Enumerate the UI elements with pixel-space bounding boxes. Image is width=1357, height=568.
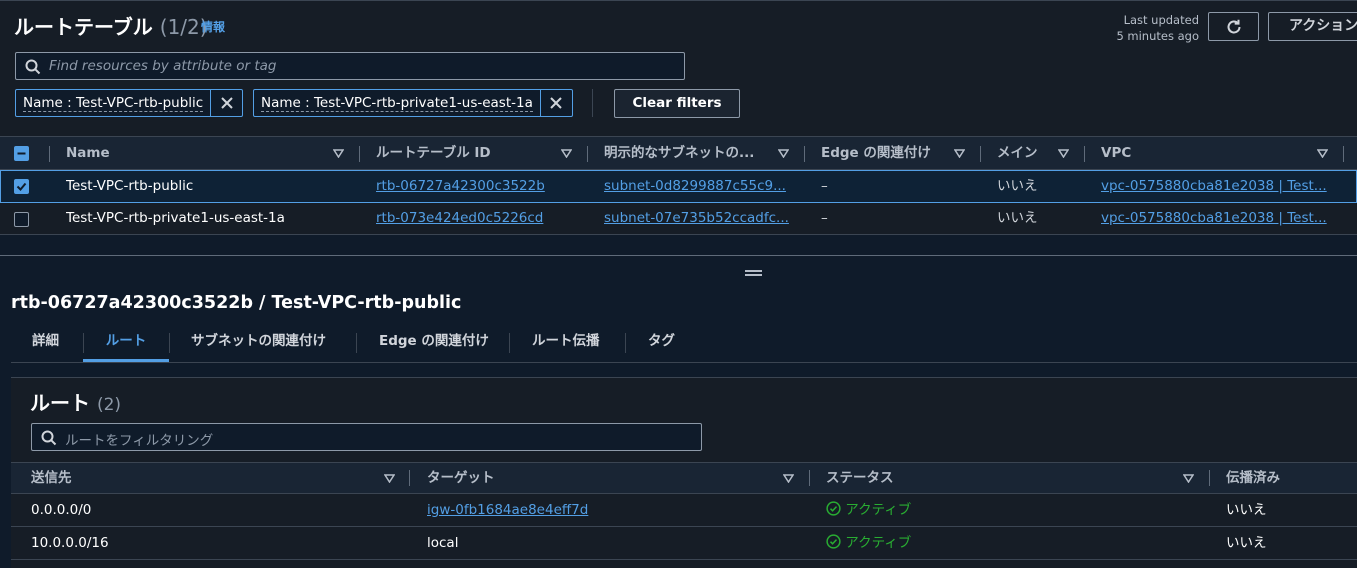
route-tables-panel: ルートテーブル (1/2) 情報 Last updated 5 minutes … xyxy=(0,0,1357,235)
vpc-link[interactable]: vpc-0575880cba81e2038 | Test... xyxy=(1101,171,1327,203)
table-row: 10.0.0.0/16 local アクティブ いいえ xyxy=(11,527,1357,560)
column-header-status[interactable]: ステータス xyxy=(826,463,894,494)
table-row: 0.0.0.0/0 igw-0fb1684ae8e4eff7d アクティブ いい… xyxy=(11,494,1357,527)
route-table-id-link[interactable]: rtb-06727a42300c3522b xyxy=(376,171,576,203)
subnet-link[interactable]: subnet-0d8299887c55c9... xyxy=(604,171,790,203)
check-circle-icon xyxy=(826,501,841,516)
last-updated-time: 5 minutes ago xyxy=(1116,29,1199,43)
tab-details[interactable]: 詳細 xyxy=(32,327,59,362)
check-icon xyxy=(16,182,27,191)
divider xyxy=(592,89,593,117)
routes-table-header: 送信先 ターゲット ステータス 伝播済み xyxy=(11,462,1357,494)
filter-token-label[interactable]: Name : Test-VPC-rtb-private1-us-east-1a xyxy=(254,90,541,116)
search-placeholder: Find resources by attribute or tag xyxy=(49,58,277,74)
column-header-propagated[interactable]: 伝播済み xyxy=(1226,463,1280,494)
sort-icon[interactable] xyxy=(783,474,794,483)
table-row[interactable]: Test-VPC-rtb-public rtb-06727a42300c3522… xyxy=(0,170,1357,203)
sort-icon[interactable] xyxy=(778,149,789,158)
routes-title: ルート (2) xyxy=(30,387,121,416)
routes-count: (2) xyxy=(96,395,122,415)
page-title-text: ルートテーブル xyxy=(14,15,153,39)
cell-propagated: いいえ xyxy=(1226,502,1267,518)
routes-panel: ルート (2) ルートをフィルタリング 送信先 ターゲット ステータス 伝播済み… xyxy=(11,377,1357,568)
status-badge: アクティブ xyxy=(826,527,1126,560)
column-header-destination[interactable]: 送信先 xyxy=(31,463,72,494)
filter-token: Name : Test-VPC-rtb-public xyxy=(15,89,244,117)
tab-edge-associations[interactable]: Edge の関連付け xyxy=(379,327,489,362)
cell-destination: 0.0.0.0/0 xyxy=(31,502,92,518)
column-header-explicit-subnet[interactable]: 明示的なサブネットの... xyxy=(604,137,754,171)
route-table-id-link[interactable]: rtb-073e424ed0c5226cd xyxy=(376,203,576,235)
resize-handle-icon[interactable] xyxy=(745,270,762,276)
close-icon xyxy=(220,97,233,109)
row-checkbox[interactable] xyxy=(14,212,29,227)
detail-title: rtb-06727a42300c3522b / Test-VPC-rtb-pub… xyxy=(11,293,462,313)
close-icon xyxy=(550,97,563,109)
last-updated-label: Last updated xyxy=(1123,13,1199,27)
clear-filters-button[interactable]: Clear filters xyxy=(614,89,740,118)
cell-destination: 10.0.0.0/16 xyxy=(31,535,109,551)
search-icon xyxy=(25,59,41,75)
tab-subnet-associations[interactable]: サブネットの関連付け xyxy=(191,327,326,362)
cell-name: Test-VPC-rtb-public xyxy=(66,178,194,194)
sort-icon[interactable] xyxy=(1058,149,1069,158)
split-panel-divider xyxy=(0,255,1357,256)
route-filter-placeholder: ルートをフィルタリング xyxy=(65,433,214,449)
route-filter-input[interactable]: ルートをフィルタリング xyxy=(31,423,702,451)
cell-edge: – xyxy=(821,178,828,194)
sort-icon[interactable] xyxy=(333,149,344,158)
filter-token: Name : Test-VPC-rtb-private1-us-east-1a xyxy=(253,89,573,117)
cell-main: いいえ xyxy=(997,210,1038,226)
cell-main: いいえ xyxy=(997,178,1038,194)
sort-icon[interactable] xyxy=(1317,149,1328,158)
last-updated: Last updated 5 minutes ago xyxy=(1099,12,1199,44)
routes-title-text: ルート xyxy=(30,391,90,415)
sort-icon[interactable] xyxy=(1183,474,1194,483)
status-badge: アクティブ xyxy=(826,494,1126,527)
status-text: アクティブ xyxy=(845,502,912,518)
column-header-name[interactable]: Name xyxy=(66,137,110,171)
info-link[interactable]: 情報 xyxy=(201,18,225,35)
detail-tabs: 詳細 ルート サブネットの関連付け Edge の関連付け ルート伝播 タグ xyxy=(11,327,1357,363)
refresh-icon xyxy=(1227,19,1240,33)
row-checkbox[interactable] xyxy=(14,179,29,194)
subnet-link[interactable]: subnet-07e735b52ccadfc... xyxy=(604,203,790,235)
remove-filter-button[interactable] xyxy=(541,90,572,116)
column-header-vpc[interactable]: VPC xyxy=(1101,137,1131,171)
search-icon xyxy=(41,430,57,446)
target-link[interactable]: igw-0fb1684ae8e4eff7d xyxy=(427,494,787,527)
sort-icon[interactable] xyxy=(954,149,965,158)
indeterminate-icon xyxy=(17,152,26,155)
column-header-route-table-id[interactable]: ルートテーブル ID xyxy=(376,137,491,171)
tab-route-propagation[interactable]: ルート伝播 xyxy=(532,327,600,362)
search-input[interactable]: Find resources by attribute or tag xyxy=(15,52,685,80)
check-circle-icon xyxy=(826,534,841,549)
remove-filter-button[interactable] xyxy=(211,90,242,116)
table-row[interactable]: Test-VPC-rtb-private1-us-east-1a rtb-073… xyxy=(0,203,1357,235)
cell-target: local xyxy=(427,535,459,551)
actions-button[interactable]: アクション xyxy=(1268,12,1357,41)
tab-tags[interactable]: タグ xyxy=(648,327,675,362)
sort-icon[interactable] xyxy=(384,474,395,483)
table-header: Name ルートテーブル ID 明示的なサブネットの... Edge の関連付け… xyxy=(0,136,1357,170)
cell-propagated: いいえ xyxy=(1226,535,1267,551)
cell-edge: – xyxy=(821,210,828,226)
cell-name: Test-VPC-rtb-private1-us-east-1a xyxy=(66,210,285,226)
refresh-button[interactable] xyxy=(1208,12,1259,41)
filter-token-label[interactable]: Name : Test-VPC-rtb-public xyxy=(16,90,212,116)
column-header-edge-association[interactable]: Edge の関連付け xyxy=(821,137,931,171)
page-title: ルートテーブル (1/2) xyxy=(14,11,208,40)
tab-routes[interactable]: ルート xyxy=(83,327,169,362)
sort-icon[interactable] xyxy=(561,149,572,158)
vpc-link[interactable]: vpc-0575880cba81e2038 | Test... xyxy=(1101,203,1327,235)
status-text: アクティブ xyxy=(845,535,912,551)
select-all-checkbox[interactable] xyxy=(14,146,29,161)
column-header-target[interactable]: ターゲット xyxy=(427,463,495,494)
column-header-main[interactable]: メイン xyxy=(997,137,1038,171)
